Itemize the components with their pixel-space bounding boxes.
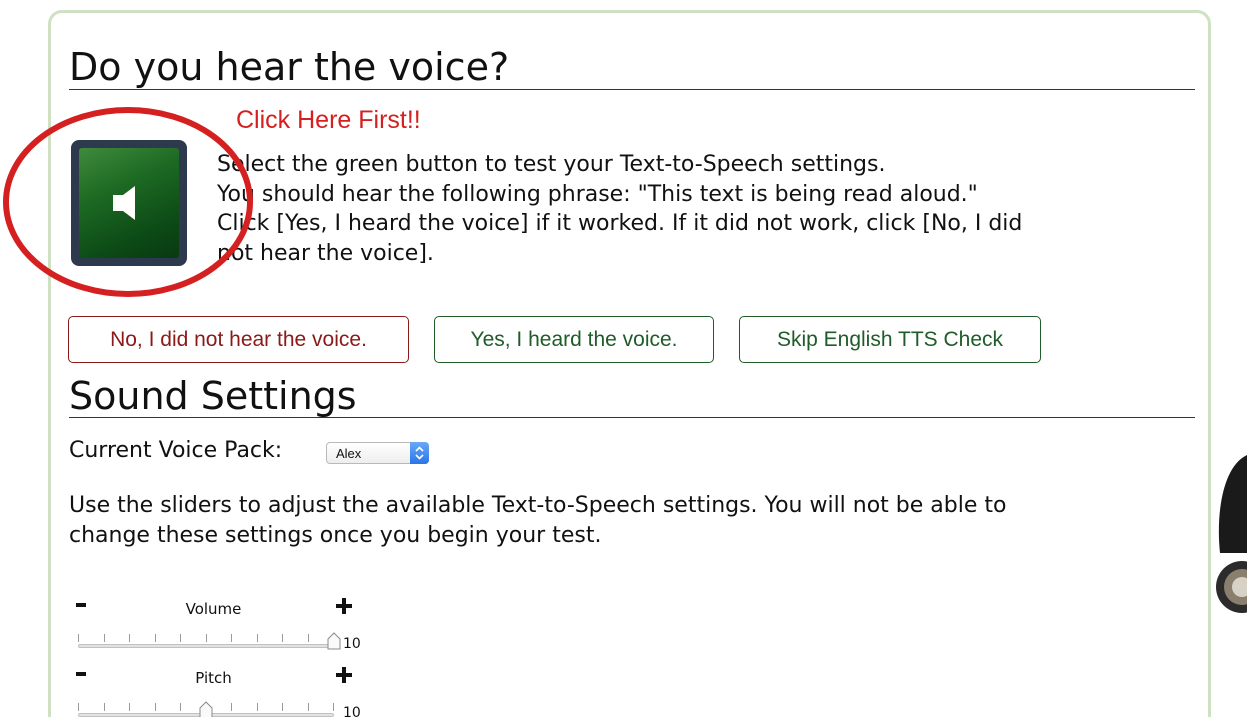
- play-voice-test-button[interactable]: [71, 140, 187, 266]
- voice-pack-select[interactable]: Alex: [326, 442, 429, 464]
- volume-track[interactable]: [78, 644, 334, 648]
- tts-check-page: Do you hear the voice? Click Here First!…: [0, 0, 1247, 717]
- slider-tick: [333, 703, 334, 711]
- instruction-line: not hear the voice].: [217, 240, 434, 266]
- title-divider: [69, 89, 1195, 90]
- slider-tick: [282, 634, 283, 642]
- pitch-decrease-button[interactable]: [76, 672, 86, 676]
- slider-tick: [129, 634, 130, 642]
- slider-tick: [78, 703, 79, 711]
- scroll-arrows-icon: [1216, 455, 1247, 613]
- sound-settings-divider: [69, 417, 1195, 418]
- slider-tick: [206, 634, 207, 642]
- select-stepper-icon: [410, 442, 429, 464]
- pitch-slider: Pitch 10: [76, 667, 376, 717]
- tts-instructions: Select the green button to test your Tex…: [217, 150, 1187, 268]
- click-here-first-annotation: Click Here First!!: [236, 106, 421, 134]
- slider-tick: [257, 634, 258, 642]
- speaker-icon: [113, 186, 135, 220]
- slider-tick: [180, 703, 181, 711]
- pitch-slider-thumb[interactable]: [199, 701, 213, 717]
- volume-slider-thumb[interactable]: [327, 632, 341, 650]
- slider-tick: [78, 634, 79, 642]
- slider-tick: [155, 634, 156, 642]
- volume-increase-button[interactable]: [336, 598, 352, 614]
- instruction-line: You should hear the following phrase: "T…: [217, 181, 978, 207]
- volume-slider: Volume 10: [76, 598, 376, 658]
- volume-ticks: [78, 634, 334, 642]
- tts-check-title: Do you hear the voice?: [69, 45, 510, 89]
- slider-tick: [104, 634, 105, 642]
- instruction-line: Click [Yes, I heard the voice] if it wor…: [217, 211, 1023, 236]
- slider-tick: [155, 703, 156, 711]
- sliders-description: Use the sliders to adjust the available …: [69, 491, 1179, 551]
- description-line: Use the sliders to adjust the available …: [69, 493, 1007, 518]
- slider-tick: [257, 703, 258, 711]
- slider-tick: [104, 703, 105, 711]
- instruction-line: Select the green button to test your Tex…: [217, 152, 886, 177]
- slider-tick: [282, 703, 283, 711]
- voice-pack-value: Alex: [336, 446, 362, 461]
- slider-tick: [231, 634, 232, 642]
- pitch-increase-button[interactable]: [336, 667, 352, 683]
- sound-settings-title: Sound Settings: [69, 374, 357, 418]
- yes-heard-voice-button[interactable]: Yes, I heard the voice.: [434, 316, 714, 363]
- voice-pack-label: Current Voice Pack:: [69, 438, 283, 463]
- slider-tick: [308, 634, 309, 642]
- slider-tick: [308, 703, 309, 711]
- volume-label: Volume: [185, 600, 242, 618]
- no-did-not-hear-button[interactable]: No, I did not hear the voice.: [68, 316, 409, 363]
- skip-tts-check-button[interactable]: Skip English TTS Check: [739, 316, 1041, 363]
- slider-tick: [180, 634, 181, 642]
- volume-value: 10: [343, 636, 361, 652]
- description-line: change these settings once you begin you…: [69, 523, 602, 548]
- pitch-value: 10: [343, 705, 361, 717]
- volume-decrease-button[interactable]: [76, 603, 86, 607]
- pitch-label: Pitch: [195, 669, 232, 687]
- slider-tick: [231, 703, 232, 711]
- slider-tick: [129, 703, 130, 711]
